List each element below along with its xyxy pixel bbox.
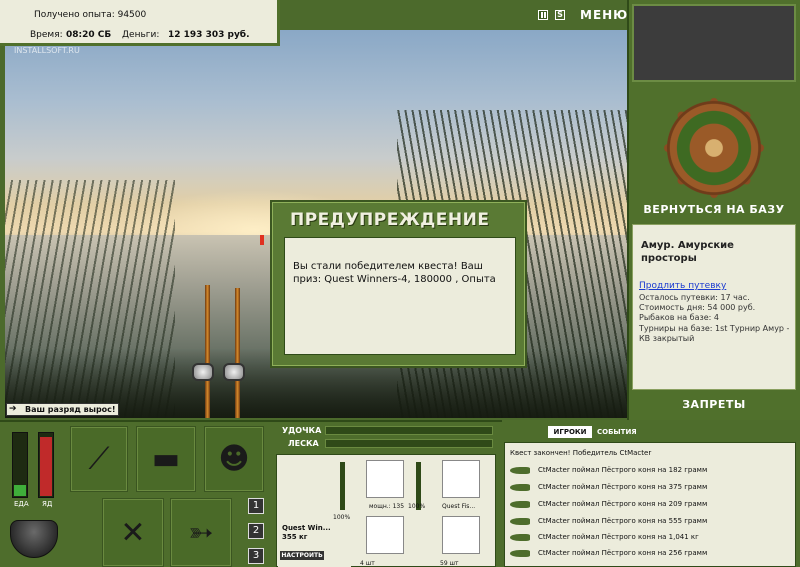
fisherman-button[interactable]: ☻ [204, 426, 264, 492]
fork-knife-icon: ✕ [120, 515, 146, 550]
ad-banner [632, 4, 796, 82]
warning-dialog[interactable]: ПРЕДУПРЕЖДЕНИЕ Вы стали победителем квес… [270, 200, 527, 368]
reel-1-icon[interactable] [192, 363, 214, 381]
event-text: CtMacter поймал Пёстрого коня на 1,041 к… [538, 533, 699, 541]
dialog-title: ПРЕДУПРЕЖДЕНИЕ [290, 210, 490, 230]
food-label: ЕДА [14, 500, 29, 508]
event-text: CtMacter поймал Пёстрого коня на 375 гра… [538, 483, 708, 491]
fisherman-icon: ☻ [218, 441, 250, 477]
tab-3-button[interactable]: 3 [248, 548, 264, 564]
list-item: CtMacter поймал Пёстрого коня на 375 гра… [508, 479, 794, 495]
money-value: 12 193 303 руб. [168, 30, 250, 40]
fish-icon [510, 501, 530, 508]
location-name: Амур. Амурские просторы [641, 240, 734, 264]
list-item: CtMacter поймал Пёстрого коня на 1,041 к… [508, 529, 794, 545]
xp-earned: Получено опыта: 94500 [34, 10, 147, 20]
bait-count: 59 шт [440, 560, 459, 567]
reel-slot[interactable] [366, 460, 404, 498]
info-line: Стоимость дня: 54 000 руб. [639, 303, 756, 312]
tune-button[interactable]: НАСТРОИТЬ [280, 551, 324, 560]
rank-up-notice[interactable]: Ваш разряд вырос! [6, 403, 119, 416]
rod-percent: 100% [333, 514, 351, 521]
tab-players[interactable]: ИГРОКИ [548, 426, 592, 438]
fish-icon [510, 467, 530, 474]
money-label: Деньги: [122, 30, 160, 40]
rod-label: УДОЧКА [282, 426, 322, 435]
rod-durability-bar [340, 462, 345, 510]
poison-gauge-fill [40, 437, 52, 496]
fish-icon [510, 484, 530, 491]
tab-1-button[interactable]: 1 [248, 498, 264, 514]
rod-strain-bar [325, 426, 493, 435]
rod-icon: ⟋ [88, 441, 110, 477]
fish-icon [510, 534, 530, 541]
tab-events[interactable]: СОБЫТИЯ [597, 426, 637, 438]
watermark: INSTALLSOFT.RU [14, 46, 80, 55]
rod-name: Quest Win... [282, 524, 331, 532]
list-item: CtMacter поймал Пёстрого коня на 256 гра… [508, 545, 794, 561]
pause-icon[interactable] [538, 10, 548, 20]
reel-2-icon[interactable] [223, 363, 245, 381]
time-label: Время: [30, 30, 63, 40]
bait-slot[interactable] [442, 516, 480, 554]
fishing-rod-2[interactable] [235, 288, 240, 418]
player-stats-panel: Получено опыта: 94500 Время: 08:20 СБ Де… [0, 0, 280, 46]
tab-2-button[interactable]: 2 [248, 523, 264, 539]
line-label: ЛЕСКА [288, 439, 319, 448]
list-item: CtMacter поймал Пёстрого коня на 555 гра… [508, 513, 794, 529]
line-slot[interactable] [442, 460, 480, 498]
fish-icon [510, 550, 530, 557]
rod-weight: 355 кг [282, 533, 308, 541]
info-line: Турниры на базе: 1st Турнир Амур - КВ за… [639, 324, 790, 343]
event-text: CtMacter поймал Пёстрого коня на 209 гра… [538, 500, 708, 508]
dialog-message: Вы стали победителем квеста! Ваш приз: Q… [284, 237, 516, 355]
list-item: CtMacter поймал Пёстрого коня на 182 гра… [508, 462, 794, 478]
sound-toggle-button[interactable]: S [555, 10, 565, 20]
hook-count: 4 шт [360, 560, 375, 567]
info-line: Рыбаков на базе: 4 [639, 313, 719, 322]
info-line: Осталось путевки: 17 час. [639, 293, 750, 302]
return-to-base-button[interactable]: ВЕРНУТЬСЯ НА БАЗУ [634, 203, 794, 216]
food-gauge-fill [14, 485, 26, 496]
location-info-panel: Амур. Амурские просторы Продлить путевку… [632, 224, 796, 390]
line-strain-bar [325, 439, 493, 448]
reel-percent: 100% [408, 503, 426, 510]
fish-icon: ➳ [188, 515, 214, 550]
menu-button[interactable]: МЕНЮ [580, 8, 628, 22]
reel-power: мощн.: 135 [369, 503, 405, 510]
bans-button[interactable]: ЗАПРЕТЫ [634, 398, 794, 411]
float-marker [260, 235, 264, 245]
rods-button[interactable]: ⟋ [70, 426, 128, 492]
poison-gauge [38, 432, 54, 498]
food-gauge [12, 432, 28, 498]
poison-label: ЯД [42, 500, 53, 508]
hook-slot[interactable] [366, 516, 404, 554]
kitchen-button[interactable]: ✕ [102, 498, 164, 567]
event-text: CtMacter поймал Пёстрого коня на 182 гра… [538, 466, 708, 474]
tackle-box-button[interactable]: ▬ [136, 426, 196, 492]
event-text: CtMacter поймал Пёстрого коня на 555 гра… [538, 517, 708, 525]
catch-button[interactable]: ➳ [170, 498, 232, 567]
arrow-right-icon: ➔ [9, 404, 17, 414]
line-name: Quest Fis... [442, 503, 476, 510]
events-header: Квест закончен! Победитель CtMacter [510, 449, 652, 457]
list-item: CtMacter поймал Пёстрого коня на 209 гра… [508, 496, 794, 512]
time-value: 08:20 СБ [66, 30, 112, 40]
fish-icon [510, 518, 530, 525]
fishing-rod-1[interactable] [205, 285, 210, 418]
extend-permit-link[interactable]: Продлить путевку [639, 281, 726, 291]
event-text: CtMacter поймал Пёстрого коня на 256 гра… [538, 549, 708, 557]
tackle-box-icon: ▬ [151, 441, 181, 477]
ship-wheel-icon[interactable] [664, 98, 764, 198]
